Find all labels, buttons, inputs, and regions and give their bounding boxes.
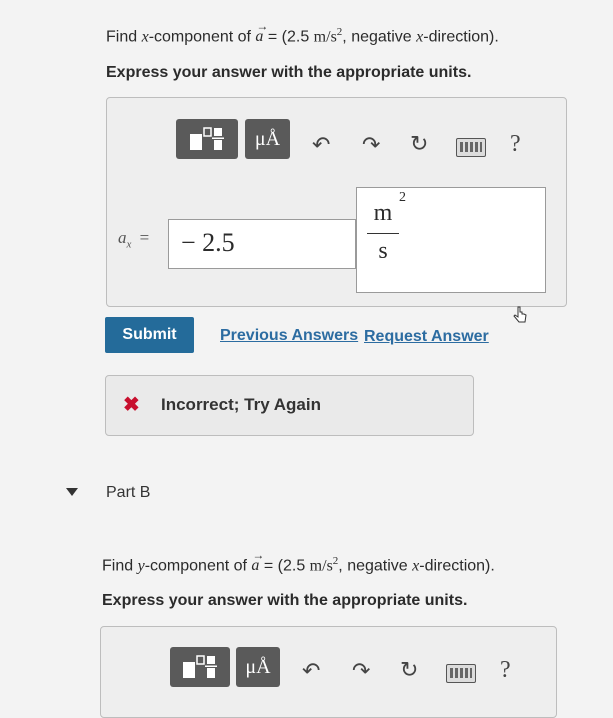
units-label: μÅ [245,655,271,678]
reset-icon[interactable]: ↻ [410,133,428,155]
undo-icon[interactable]: ↶ [302,660,320,682]
unit-exponent: 2 [399,190,406,205]
answer-label: ax = [118,228,149,250]
q-vector: a → [255,19,268,45]
qb-rest: , negative [338,557,413,575]
qb-vector: a → [251,548,264,574]
answer-label-eq: = [139,228,150,247]
keyboard-keys [460,142,482,152]
redo-icon[interactable]: ↷ [362,134,380,156]
q-eq: = (2.5 [263,28,314,46]
redo-icon[interactable]: ↷ [352,660,370,682]
keyboard-keys [450,668,472,678]
templates-button-b[interactable] [170,647,230,687]
mouse-cursor-icon [513,306,527,323]
units-button[interactable]: μÅ [245,119,290,159]
unit-numerator: m [373,200,393,226]
request-answer-link[interactable]: Request Answer [364,328,489,346]
templates-icon [183,655,217,678]
part-b-instruction: Express your answer with the appropriate… [102,592,468,609]
q-component: -component of [148,28,256,46]
q-unit: m/s [313,28,337,46]
unit-numerator-wrap: m 2 [367,190,406,227]
qb-eq: = (2.5 [259,557,310,575]
qb-find: Find [102,557,138,575]
qb-rest-end: -direction). [419,557,495,575]
units-input[interactable]: m 2 s [356,187,546,293]
vector-arrow-icon: → [252,548,265,563]
submit-button[interactable]: Submit [105,317,194,353]
part-a-question: Find x-component of a → = (2.5 m/s2, nega… [106,19,499,46]
reset-icon[interactable]: ↻ [400,659,418,681]
answer-label-var: a [118,228,127,247]
error-x-icon: ✖ [123,394,140,416]
qb-component: -component of [144,557,252,575]
keyboard-icon[interactable] [446,664,476,683]
vector-arrow-icon: → [256,19,269,34]
q-find: Find [106,28,142,46]
collapse-toggle-icon[interactable] [66,488,78,496]
feedback-box: ✖ Incorrect; Try Again [105,375,474,436]
q-rest: , negative [342,28,417,46]
qb-unit: m/s [309,557,333,575]
templates-icon [190,127,224,150]
units-button-b[interactable]: μÅ [236,647,280,687]
part-b-title[interactable]: Part B [106,484,150,502]
undo-icon[interactable]: ↶ [312,134,330,156]
keyboard-icon[interactable] [456,138,486,157]
value-input[interactable]: − 2.5 [168,219,356,269]
answer-label-sub: x [126,238,132,251]
qb-var: y [137,557,145,575]
help-button-b[interactable]: ? [500,657,511,684]
q-rest-end: -direction). [423,28,499,46]
unit-denominator: s [378,238,388,264]
previous-answers-link[interactable]: Previous Answers [220,327,358,345]
unit-fraction: m 2 s [367,190,406,265]
feedback-text: Incorrect; Try Again [161,395,321,414]
part-b-question: Find y-component of a → = (2.5 m/s2, nega… [102,548,495,575]
answer-panel-b [100,626,557,718]
part-a-instruction: Express your answer with the appropriate… [106,64,472,81]
templates-button[interactable] [176,119,238,159]
help-button[interactable]: ? [510,131,521,158]
q-var: x [141,28,149,46]
units-label: μÅ [254,127,281,150]
value-input-text: − 2.5 [181,228,235,257]
fraction-bar [367,233,399,234]
